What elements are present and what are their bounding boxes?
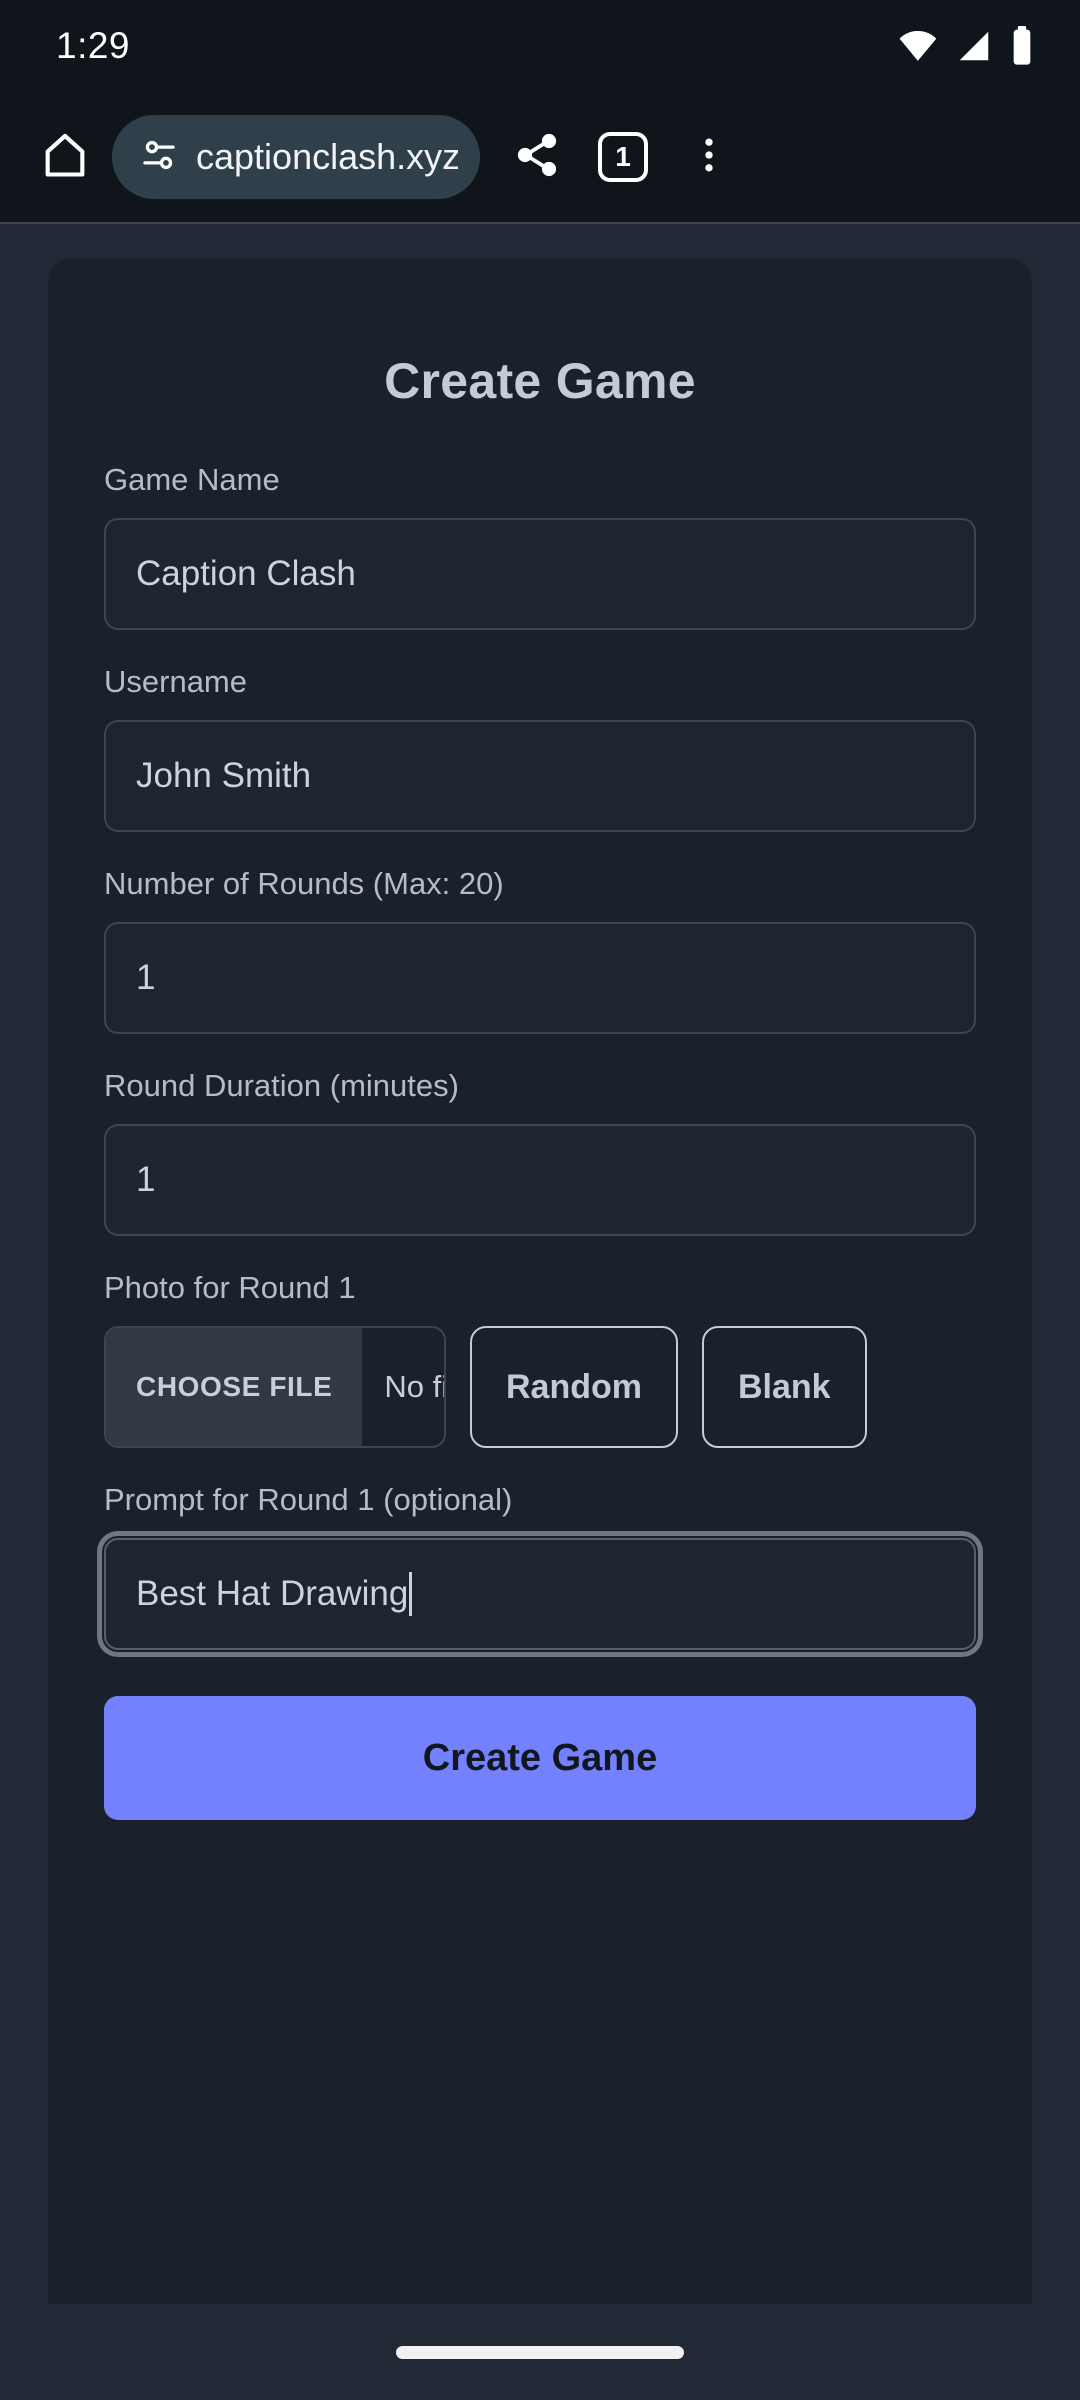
tab-switcher-button[interactable]: 1 [580,114,666,200]
blank-photo-button[interactable]: Blank [702,1326,867,1448]
field-prompt-round-1: Prompt for Round 1 (optional) Best Hat D… [97,1482,983,1657]
home-icon [39,129,91,186]
field-photo-round-1: Photo for Round 1 CHOOSE FILE No file ch… [104,1270,976,1448]
wifi-icon [898,26,938,66]
field-number-of-rounds: Number of Rounds (Max: 20) 1 [104,866,976,1034]
tune-icon[interactable] [138,134,180,181]
game-name-input[interactable]: Caption Clash [104,518,976,630]
duration-label: Round Duration (minutes) [104,1068,459,1103]
browser-toolbar: captionclash.xyz/create- 1 [0,92,1080,224]
system-navigation-bar [0,2304,1080,2400]
status-time: 1:29 [56,25,131,66]
prompt-label: Prompt for Round 1 (optional) [104,1482,513,1517]
file-name-text: No file chosen [384,1369,444,1404]
create-game-card: Create Game Game Name Caption Clash User… [48,258,1032,2304]
status-icons [898,26,1034,66]
page-title: Create Game [384,353,696,409]
field-game-name: Game Name Caption Clash [104,462,976,630]
browser-menu-button[interactable] [666,114,752,200]
home-button[interactable] [22,114,108,200]
cellular-signal-icon [955,27,993,65]
username-input[interactable]: John Smith [104,720,976,832]
url-bar[interactable]: captionclash.xyz/create- [112,115,480,199]
text-cursor [409,1572,413,1616]
more-vertical-icon [687,133,731,182]
prompt-input[interactable]: Best Hat Drawing [97,1531,983,1657]
battery-icon [1010,26,1034,66]
duration-input[interactable]: 1 [104,1124,976,1236]
game-name-label: Game Name [104,462,280,497]
field-round-duration: Round Duration (minutes) 1 [104,1068,976,1236]
username-label: Username [104,664,247,699]
gesture-home-pill[interactable] [396,2345,684,2359]
choose-file-button[interactable]: CHOOSE FILE [106,1328,363,1446]
status-bar: 1:29 [0,0,1080,92]
share-icon [513,131,561,184]
photo-label: Photo for Round 1 [104,1270,356,1305]
prompt-input-value: Best Hat Drawing [136,1574,409,1613]
random-photo-button[interactable]: Random [470,1326,678,1448]
photo-controls-row: CHOOSE FILE No file chosen Random Blank [104,1326,976,1448]
rounds-input[interactable]: 1 [104,922,976,1034]
share-button[interactable] [494,114,580,200]
create-game-button[interactable]: Create Game [104,1696,976,1820]
field-username: Username John Smith [104,664,976,832]
file-input[interactable]: CHOOSE FILE No file chosen [104,1326,446,1448]
url-text: captionclash.xyz/create- [196,136,458,177]
rounds-label: Number of Rounds (Max: 20) [104,866,504,901]
phone-screen: 1:29 captionclash.xyz 1 Create Game Game… [0,0,1080,2400]
web-page-content: Create Game Game Name Caption Clash User… [0,224,1080,2304]
tab-count-badge: 1 [598,132,648,182]
